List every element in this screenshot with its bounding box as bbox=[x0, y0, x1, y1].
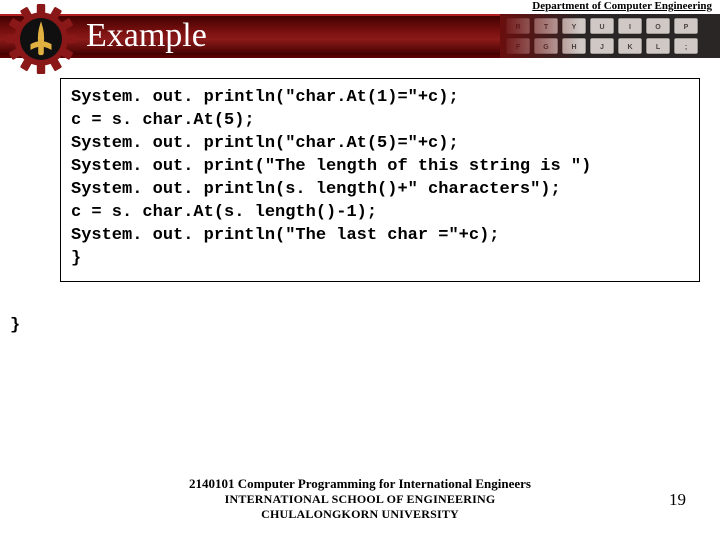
svg-text:U: U bbox=[599, 24, 604, 31]
svg-text:K: K bbox=[627, 44, 632, 51]
code-line: } bbox=[71, 248, 689, 271]
svg-text:;: ; bbox=[685, 44, 687, 51]
svg-text:J: J bbox=[600, 44, 604, 51]
code-line: System. out. print("The length of this s… bbox=[71, 156, 689, 179]
code-block: System. out. println("char.At(1)="+c); c… bbox=[60, 78, 700, 282]
code-line: System. out. println("The last char ="+c… bbox=[71, 225, 689, 248]
footer-course: 2140101 Computer Programming for Interna… bbox=[0, 476, 720, 492]
code-line: System. out. println("char.At(1)="+c); bbox=[71, 87, 689, 110]
svg-text:L: L bbox=[656, 44, 661, 51]
slide: Department of Computer Engineering bbox=[0, 0, 720, 540]
svg-text:P: P bbox=[684, 24, 689, 31]
body: System. out. println("char.At(1)="+c); c… bbox=[10, 78, 710, 335]
code-line: c = s. char.At(s. length()-1); bbox=[71, 202, 689, 225]
slide-title: Example bbox=[86, 14, 207, 58]
header: Department of Computer Engineering bbox=[0, 0, 720, 68]
footer: 2140101 Computer Programming for Interna… bbox=[0, 476, 720, 522]
svg-text:I: I bbox=[629, 24, 631, 31]
keyboard-image: RTYUIOP FGHJKL; bbox=[500, 14, 720, 58]
gear-logo-icon bbox=[6, 4, 76, 74]
code-line: c = s. char.At(5); bbox=[71, 110, 689, 133]
code-line: System. out. println("char.At(5)="+c); bbox=[71, 133, 689, 156]
code-stray-brace: } bbox=[10, 316, 710, 335]
page-number: 19 bbox=[669, 490, 686, 510]
footer-school: INTERNATIONAL SCHOOL OF ENGINEERING bbox=[0, 492, 720, 507]
footer-university: CHULALONGKORN UNIVERSITY bbox=[0, 507, 720, 522]
svg-text:O: O bbox=[655, 24, 661, 31]
department-label: Department of Computer Engineering bbox=[532, 0, 712, 12]
code-line: System. out. println(s. length()+" chara… bbox=[71, 179, 689, 202]
